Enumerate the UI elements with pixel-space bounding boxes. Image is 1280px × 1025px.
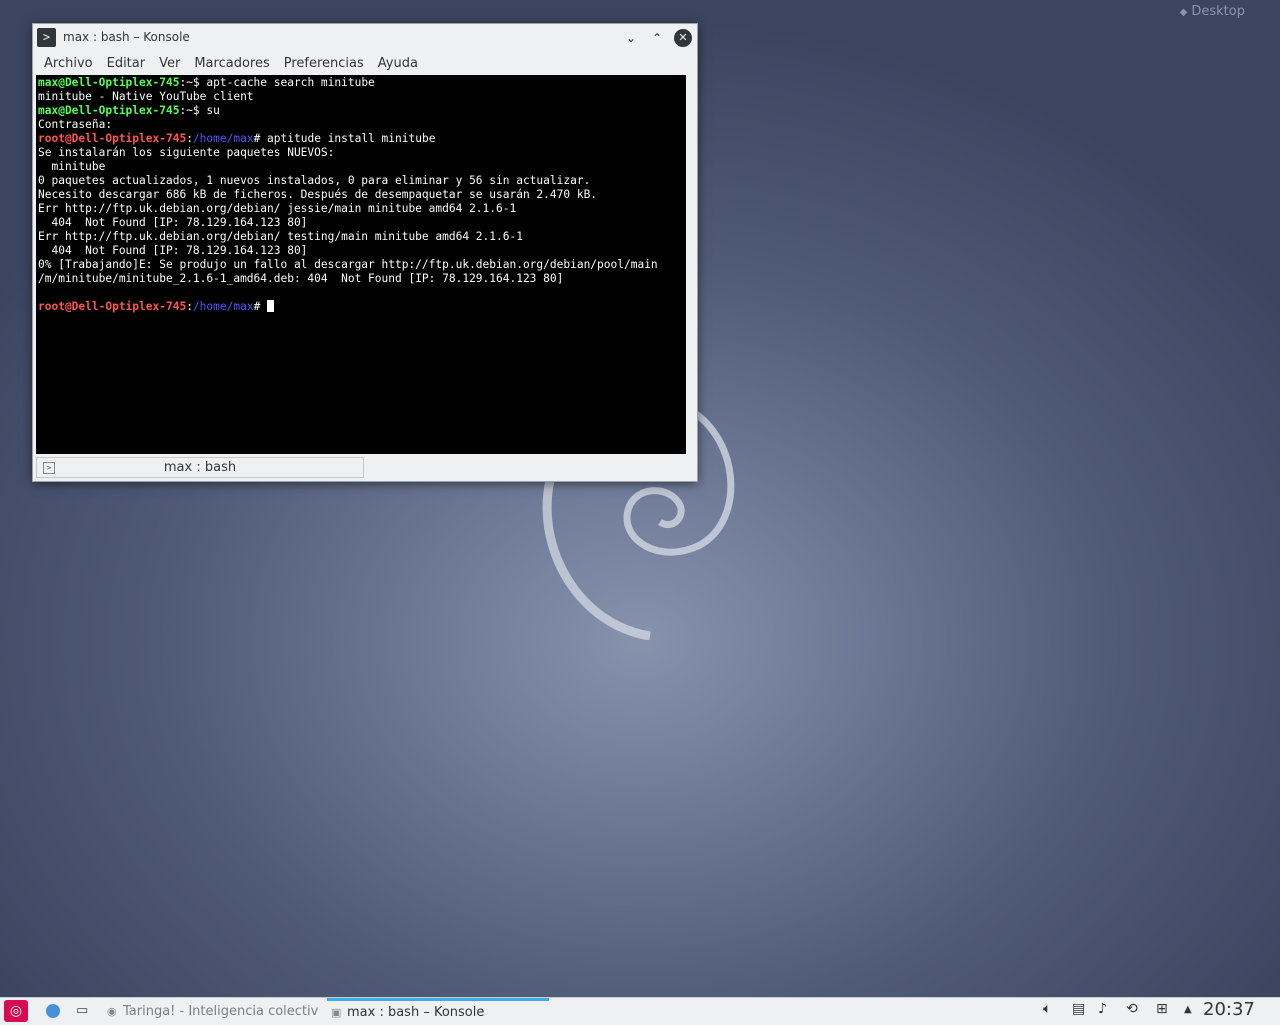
command-text: aptitude install minitube bbox=[267, 132, 436, 145]
prompt-separator: :~$ bbox=[179, 104, 207, 117]
output-text: Necesito descargar 686 kB de ficheros. D… bbox=[38, 188, 598, 201]
konsole-window: > max : bash – Konsole ⌄ ⌃ ✕ Archivo Edi… bbox=[32, 23, 698, 482]
file-manager-icon[interactable]: ▭ bbox=[76, 1003, 88, 1018]
output-text: minitube - Native YouTube client bbox=[38, 90, 254, 103]
maximize-button[interactable]: ⌃ bbox=[648, 29, 666, 47]
terminal-output[interactable]: max@Dell-Optiplex-745:~$ apt-cache searc… bbox=[36, 75, 686, 454]
output-text: /m/minitube/minitube_2.1.6-1_amd64.deb: … bbox=[38, 272, 564, 285]
terminal-line: root@Dell-Optiplex-745:/home/max# bbox=[38, 300, 684, 314]
terminal-line: minitube bbox=[38, 160, 684, 174]
output-text: Se instalarán los siguiente paquetes NUE… bbox=[38, 146, 335, 159]
output-text: 0% [Trabajando]E: Se produjo un fallo al… bbox=[38, 258, 658, 271]
output-text: Err http://ftp.uk.debian.org/debian/ jes… bbox=[38, 202, 517, 215]
terminal-line: Err http://ftp.uk.debian.org/debian/ tes… bbox=[38, 230, 684, 244]
prompt-separator: : bbox=[186, 132, 193, 145]
terminal-line: Se instalarán los siguiente paquetes NUE… bbox=[38, 146, 684, 160]
terminal-line: /m/minitube/minitube_2.1.6-1_amd64.deb: … bbox=[38, 272, 684, 286]
root-prompt: root@Dell-Optiplex-745 bbox=[38, 132, 187, 145]
window-titlebar[interactable]: > max : bash – Konsole ⌄ ⌃ ✕ bbox=[33, 24, 697, 52]
output-text: Err http://ftp.uk.debian.org/debian/ tes… bbox=[38, 230, 523, 243]
terminal-line: root@Dell-Optiplex-745:/home/max# aptitu… bbox=[38, 132, 684, 146]
terminal-line: max@Dell-Optiplex-745:~$ su bbox=[38, 104, 684, 118]
task-label: max : bash – Konsole bbox=[347, 1005, 485, 1020]
close-button[interactable]: ✕ bbox=[674, 29, 692, 47]
terminal-line: Necesito descargar 686 kB de ficheros. D… bbox=[38, 188, 684, 202]
tab-max-bash[interactable]: > max : bash bbox=[36, 457, 364, 478]
output-text: 404 Not Found [IP: 78.129.164.123 80] bbox=[38, 244, 308, 257]
expand-tray-icon[interactable]: ▲ bbox=[1184, 1004, 1192, 1015]
task-konsole[interactable]: ▣ max : bash – Konsole bbox=[327, 998, 549, 1025]
prompt-path: /home/max bbox=[192, 132, 254, 145]
terminal-line: max@Dell-Optiplex-745:~$ apt-cache searc… bbox=[38, 76, 684, 90]
tab-label: max : bash bbox=[163, 460, 237, 475]
terminal-prompt-icon[interactable]: > bbox=[37, 28, 56, 47]
menu-preferencias[interactable]: Preferencias bbox=[277, 55, 371, 75]
clipboard-icon[interactable]: ▤ bbox=[1072, 1001, 1085, 1017]
terminal-task-icon: ▣ bbox=[331, 1006, 342, 1019]
network-icon[interactable]: ⊞ bbox=[1156, 1001, 1168, 1017]
menu-editar[interactable]: Editar bbox=[100, 55, 153, 75]
desktop-icon: ◆ bbox=[1179, 7, 1188, 18]
command-text: apt-cache search minitube bbox=[206, 76, 375, 89]
desktop-folder-label[interactable]: ◆ Desktop bbox=[1180, 4, 1245, 19]
debian-menu-icon[interactable]: ◎ bbox=[4, 1000, 28, 1022]
minimize-button[interactable]: ⌄ bbox=[622, 29, 640, 47]
terminal-line: 0 paquetes actualizados, 1 nuevos instal… bbox=[38, 174, 684, 188]
prompt-separator: # bbox=[253, 132, 268, 145]
menu-ver[interactable]: Ver bbox=[152, 55, 187, 75]
task-label: Taringa! - Inteligencia colectiva bbox=[123, 1004, 319, 1019]
output-text: 0 paquetes actualizados, 1 nuevos instal… bbox=[38, 174, 591, 187]
terminal-line: 404 Not Found [IP: 78.129.164.123 80] bbox=[38, 216, 684, 230]
root-prompt: root@Dell-Optiplex-745 bbox=[38, 300, 187, 313]
menu-ayuda[interactable]: Ayuda bbox=[371, 55, 425, 75]
menu-marcadores[interactable]: Marcadores bbox=[187, 55, 276, 75]
browser-task-icon: ◉ bbox=[107, 1005, 117, 1018]
menu-bar: Archivo Editar Ver Marcadores Preferenci… bbox=[37, 55, 425, 75]
command-text: su bbox=[206, 104, 220, 117]
output-text: Contraseña: bbox=[38, 118, 113, 131]
clock[interactable]: 20:37 bbox=[1203, 999, 1255, 1020]
menu-archivo[interactable]: Archivo bbox=[37, 55, 100, 75]
user-prompt: max@Dell-Optiplex-745 bbox=[38, 104, 180, 117]
terminal-scrollbar[interactable] bbox=[686, 75, 696, 454]
text-cursor bbox=[267, 300, 275, 312]
task-taringa[interactable]: ◉ Taringa! - Inteligencia colectiva bbox=[103, 998, 319, 1025]
prompt-path: /home/max bbox=[192, 300, 254, 313]
tab-bar: > max : bash bbox=[36, 455, 696, 479]
terminal-line: 0% [Trabajando]E: Se produjo un fallo al… bbox=[38, 258, 684, 272]
taskbar: ◎ ▭ ◉ Taringa! - Inteligencia colectiva ▣… bbox=[0, 997, 1280, 1025]
terminal-line: Err http://ftp.uk.debian.org/debian/ jes… bbox=[38, 202, 684, 216]
terminal-line: Contraseña: bbox=[38, 118, 684, 132]
updates-icon[interactable]: ⟲ bbox=[1126, 1001, 1138, 1017]
prompt-separator: # bbox=[253, 300, 268, 313]
prompt-separator: : bbox=[186, 300, 193, 313]
browser-launcher-icon[interactable] bbox=[46, 1004, 60, 1018]
terminal-line: 404 Not Found [IP: 78.129.164.123 80] bbox=[38, 244, 684, 258]
prompt-separator: :~$ bbox=[179, 76, 207, 89]
desktop-label-text: Desktop bbox=[1191, 4, 1245, 19]
terminal-line: minitube - Native YouTube client bbox=[38, 90, 684, 104]
output-text: minitube bbox=[38, 160, 106, 173]
speaker-icon[interactable]: ♪ bbox=[1098, 1001, 1107, 1017]
window-title: max : bash – Konsole bbox=[63, 30, 190, 44]
output-text: 404 Not Found [IP: 78.129.164.123 80] bbox=[38, 216, 308, 229]
volume-icon[interactable]: 🔈︎ bbox=[1043, 1001, 1051, 1017]
user-prompt: max@Dell-Optiplex-745 bbox=[38, 76, 180, 89]
